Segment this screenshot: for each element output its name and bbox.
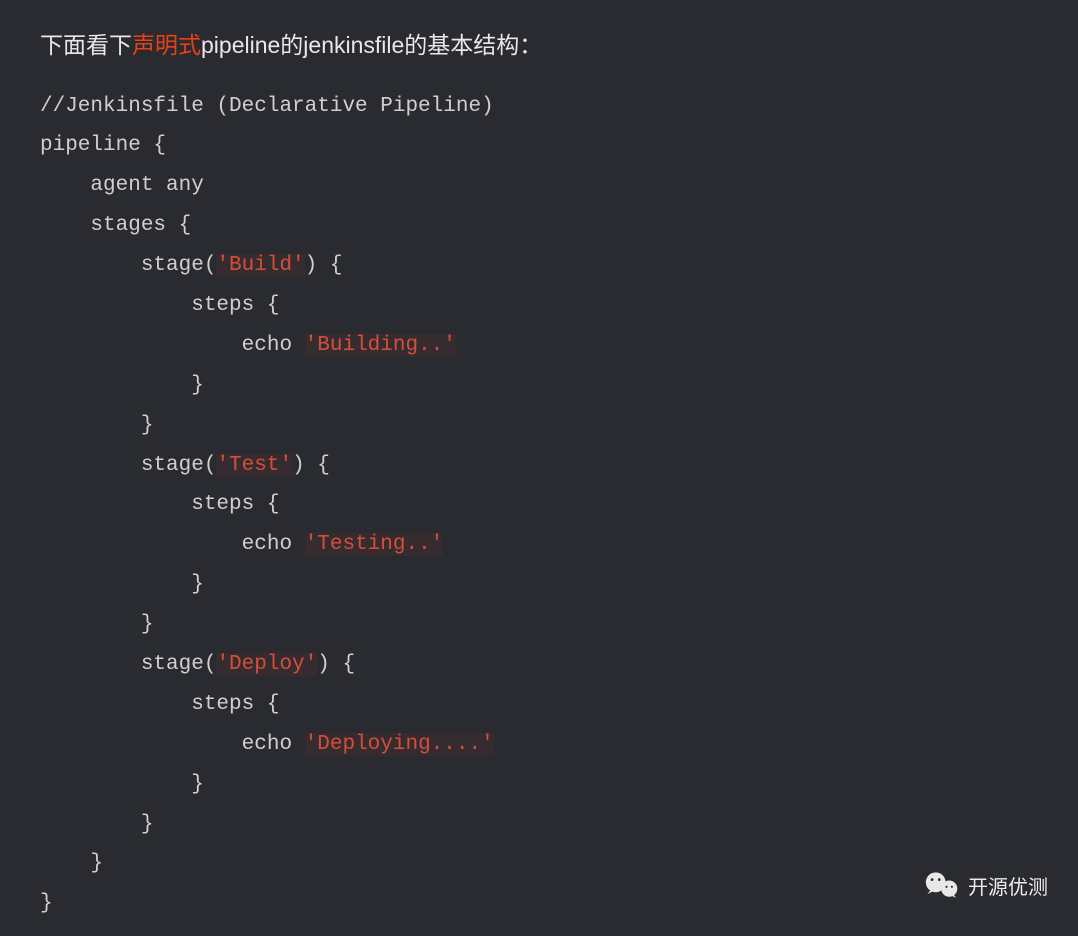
code-block: //Jenkinsfile (Declarative Pipeline) pip… [40,87,1038,925]
heading-highlight: 声明式 [132,32,201,58]
code-line: echo [40,533,305,556]
code-line: } [40,892,53,915]
code-string: 'Deploying....' [305,733,494,756]
code-string: 'Testing..' [305,533,444,556]
watermark-text: 开源优测 [968,871,1048,900]
code-line: stage( [40,653,216,676]
code-line: } [40,813,153,836]
code-string: 'Deploy' [216,653,317,676]
code-line: } [40,773,204,796]
intro-heading: 下面看下声明式pipeline的jenkinsfile的基本结构： [40,28,1038,63]
code-line: steps { [40,693,279,716]
code-line: ) { [305,254,343,277]
code-string: 'Building..' [305,334,456,357]
code-line: agent any [40,174,204,197]
code-line: echo [40,733,305,756]
watermark: 开源优测 [924,870,1048,900]
code-line: } [40,374,204,397]
code-line: } [40,573,204,596]
code-line: ) { [292,454,330,477]
code-string: 'Test' [216,454,292,477]
heading-after: pipeline的jenkinsfile的基本结构： [201,32,542,58]
code-line: steps { [40,493,279,516]
code-line: //Jenkinsfile (Declarative Pipeline) [40,95,494,118]
wechat-icon [924,870,960,900]
code-line: pipeline { [40,134,166,157]
heading-before: 下面看下 [40,32,132,58]
code-line: echo [40,334,305,357]
code-line: } [40,414,153,437]
code-line: } [40,613,153,636]
code-line: steps { [40,294,279,317]
code-line: stage( [40,454,216,477]
code-line: stages { [40,214,191,237]
code-line: stage( [40,254,216,277]
code-line: } [40,852,103,875]
code-string: 'Build' [216,254,304,277]
code-line: ) { [317,653,355,676]
